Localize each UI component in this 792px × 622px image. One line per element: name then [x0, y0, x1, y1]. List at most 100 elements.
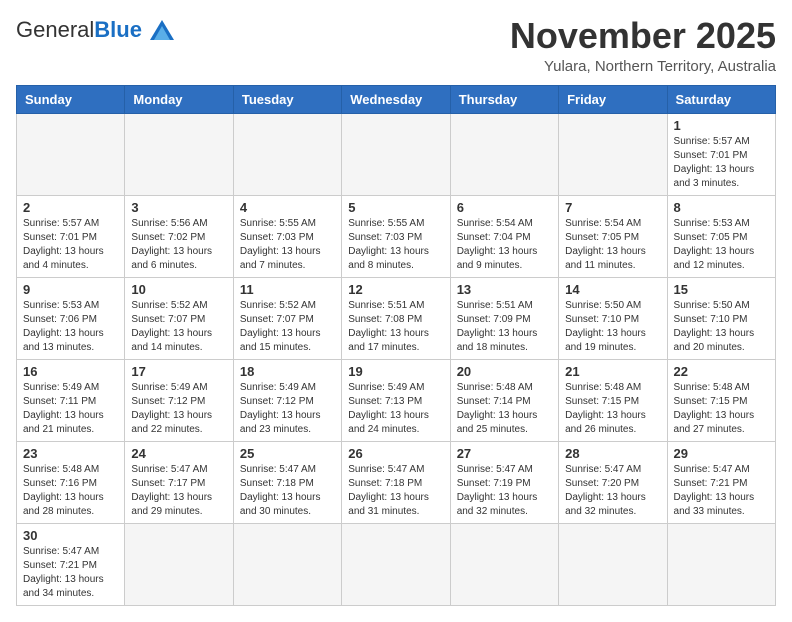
day-number: 23 — [23, 446, 118, 461]
calendar-week-row: 23Sunrise: 5:48 AM Sunset: 7:16 PM Dayli… — [17, 441, 776, 523]
calendar-week-row: 2Sunrise: 5:57 AM Sunset: 7:01 PM Daylig… — [17, 195, 776, 277]
day-info: Sunrise: 5:47 AM Sunset: 7:17 PM Dayligh… — [131, 463, 226, 519]
calendar-cell: 22Sunrise: 5:48 AM Sunset: 7:15 PM Dayli… — [667, 359, 775, 441]
day-number: 3 — [131, 200, 226, 215]
calendar-header-tuesday: Tuesday — [233, 85, 341, 113]
calendar-cell — [559, 523, 667, 605]
calendar-cell: 2Sunrise: 5:57 AM Sunset: 7:01 PM Daylig… — [17, 195, 125, 277]
day-number: 24 — [131, 446, 226, 461]
calendar-cell: 5Sunrise: 5:55 AM Sunset: 7:03 PM Daylig… — [342, 195, 450, 277]
calendar-week-row: 1 Sunrise: 5:57 AM Sunset: 7:01 PM Daylig… — [17, 113, 776, 195]
day-number: 27 — [457, 446, 552, 461]
day-number: 30 — [23, 528, 118, 543]
calendar-header-saturday: Saturday — [667, 85, 775, 113]
day-info: Sunrise: 5:49 AM Sunset: 7:11 PM Dayligh… — [23, 381, 118, 437]
calendar-cell: 9Sunrise: 5:53 AM Sunset: 7:06 PM Daylig… — [17, 277, 125, 359]
calendar-cell: 10 Sunrise: 5:52 AM Sunset: 7:07 PM Dayli… — [125, 277, 233, 359]
calendar-cell: 6 Sunrise: 5:54 AM Sunset: 7:04 PM Daylig… — [450, 195, 558, 277]
calendar-cell: 7Sunrise: 5:54 AM Sunset: 7:05 PM Daylig… — [559, 195, 667, 277]
day-number: 26 — [348, 446, 443, 461]
day-number: 29 — [674, 446, 769, 461]
calendar-table: SundayMondayTuesdayWednesdayThursdayFrid… — [16, 85, 776, 606]
day-number: 16 — [23, 364, 118, 379]
logo-icon — [146, 16, 178, 44]
calendar-cell: 15Sunrise: 5:50 AM Sunset: 7:10 PM Dayli… — [667, 277, 775, 359]
day-number: 7 — [565, 200, 660, 215]
calendar-cell — [17, 113, 125, 195]
day-info: Sunrise: 5:53 AM Sunset: 7:06 PM Dayligh… — [23, 299, 118, 355]
header: GeneralBlue November 2025 Yulara, Northe… — [16, 16, 776, 75]
day-info: Sunrise: 5:47 AM Sunset: 7:18 PM Dayligh… — [240, 463, 335, 519]
day-info: Sunrise: 5:47 AM Sunset: 7:19 PM Dayligh… — [457, 463, 552, 519]
day-number: 21 — [565, 364, 660, 379]
calendar-cell: 30 Sunrise: 5:47 AM Sunset: 7:21 PM Dayli… — [17, 523, 125, 605]
logo: GeneralBlue — [16, 16, 178, 44]
calendar-cell — [342, 523, 450, 605]
subtitle: Yulara, Northern Territory, Australia — [510, 58, 776, 75]
day-info: Sunrise: 5:57 AM Sunset: 7:01 PM Dayligh… — [674, 135, 769, 191]
calendar-week-row: 30 Sunrise: 5:47 AM Sunset: 7:21 PM Dayli… — [17, 523, 776, 605]
logo-area: GeneralBlue — [16, 16, 178, 44]
calendar-cell: 26 Sunrise: 5:47 AM Sunset: 7:18 PM Dayli… — [342, 441, 450, 523]
day-info: Sunrise: 5:49 AM Sunset: 7:13 PM Dayligh… — [348, 381, 443, 437]
day-info: Sunrise: 5:47 AM Sunset: 7:20 PM Dayligh… — [565, 463, 660, 519]
day-info: Sunrise: 5:49 AM Sunset: 7:12 PM Dayligh… — [240, 381, 335, 437]
calendar-cell: 14 Sunrise: 5:50 AM Sunset: 7:10 PM Dayli… — [559, 277, 667, 359]
day-number: 4 — [240, 200, 335, 215]
day-number: 2 — [23, 200, 118, 215]
calendar-cell — [342, 113, 450, 195]
calendar-header-row: SundayMondayTuesdayWednesdayThursdayFrid… — [17, 85, 776, 113]
day-number: 10 — [131, 282, 226, 297]
calendar-cell — [450, 113, 558, 195]
calendar-cell: 24 Sunrise: 5:47 AM Sunset: 7:17 PM Dayli… — [125, 441, 233, 523]
calendar-cell: 12Sunrise: 5:51 AM Sunset: 7:08 PM Dayli… — [342, 277, 450, 359]
calendar-cell: 13Sunrise: 5:51 AM Sunset: 7:09 PM Dayli… — [450, 277, 558, 359]
calendar-header-monday: Monday — [125, 85, 233, 113]
logo-general-text: General — [16, 17, 94, 43]
day-number: 1 — [674, 118, 769, 133]
day-number: 19 — [348, 364, 443, 379]
calendar-cell: 3Sunrise: 5:56 AM Sunset: 7:02 PM Daylig… — [125, 195, 233, 277]
calendar-cell: 16 Sunrise: 5:49 AM Sunset: 7:11 PM Dayli… — [17, 359, 125, 441]
calendar-cell: 21Sunrise: 5:48 AM Sunset: 7:15 PM Dayli… — [559, 359, 667, 441]
calendar-cell: 18 Sunrise: 5:49 AM Sunset: 7:12 PM Dayli… — [233, 359, 341, 441]
day-info: Sunrise: 5:55 AM Sunset: 7:03 PM Dayligh… — [240, 217, 335, 273]
calendar-cell: 8Sunrise: 5:53 AM Sunset: 7:05 PM Daylig… — [667, 195, 775, 277]
day-number: 25 — [240, 446, 335, 461]
calendar-header-thursday: Thursday — [450, 85, 558, 113]
day-info: Sunrise: 5:49 AM Sunset: 7:12 PM Dayligh… — [131, 381, 226, 437]
day-number: 6 — [457, 200, 552, 215]
calendar-cell — [125, 523, 233, 605]
calendar-cell: 19 Sunrise: 5:49 AM Sunset: 7:13 PM Dayli… — [342, 359, 450, 441]
calendar-header-friday: Friday — [559, 85, 667, 113]
day-info: Sunrise: 5:54 AM Sunset: 7:04 PM Dayligh… — [457, 217, 552, 273]
month-title: November 2025 — [510, 16, 776, 56]
calendar-cell — [233, 113, 341, 195]
day-number: 14 — [565, 282, 660, 297]
day-info: Sunrise: 5:47 AM Sunset: 7:18 PM Dayligh… — [348, 463, 443, 519]
day-number: 11 — [240, 282, 335, 297]
day-number: 8 — [674, 200, 769, 215]
day-number: 20 — [457, 364, 552, 379]
day-info: Sunrise: 5:48 AM Sunset: 7:14 PM Dayligh… — [457, 381, 552, 437]
day-number: 12 — [348, 282, 443, 297]
calendar-cell — [125, 113, 233, 195]
day-number: 15 — [674, 282, 769, 297]
calendar-cell: 25 Sunrise: 5:47 AM Sunset: 7:18 PM Dayli… — [233, 441, 341, 523]
calendar-cell — [559, 113, 667, 195]
calendar-cell: 1 Sunrise: 5:57 AM Sunset: 7:01 PM Daylig… — [667, 113, 775, 195]
calendar-cell: 27 Sunrise: 5:47 AM Sunset: 7:19 PM Dayli… — [450, 441, 558, 523]
day-info: Sunrise: 5:50 AM Sunset: 7:10 PM Dayligh… — [565, 299, 660, 355]
day-info: Sunrise: 5:52 AM Sunset: 7:07 PM Dayligh… — [131, 299, 226, 355]
day-info: Sunrise: 5:52 AM Sunset: 7:07 PM Dayligh… — [240, 299, 335, 355]
calendar-header-wednesday: Wednesday — [342, 85, 450, 113]
calendar-cell: 29Sunrise: 5:47 AM Sunset: 7:21 PM Dayli… — [667, 441, 775, 523]
day-number: 5 — [348, 200, 443, 215]
calendar-cell — [667, 523, 775, 605]
calendar-cell: 28Sunrise: 5:47 AM Sunset: 7:20 PM Dayli… — [559, 441, 667, 523]
logo-blue-text: Blue — [94, 17, 142, 43]
day-number: 18 — [240, 364, 335, 379]
day-info: Sunrise: 5:47 AM Sunset: 7:21 PM Dayligh… — [23, 545, 118, 601]
calendar-week-row: 9Sunrise: 5:53 AM Sunset: 7:06 PM Daylig… — [17, 277, 776, 359]
calendar-cell — [450, 523, 558, 605]
